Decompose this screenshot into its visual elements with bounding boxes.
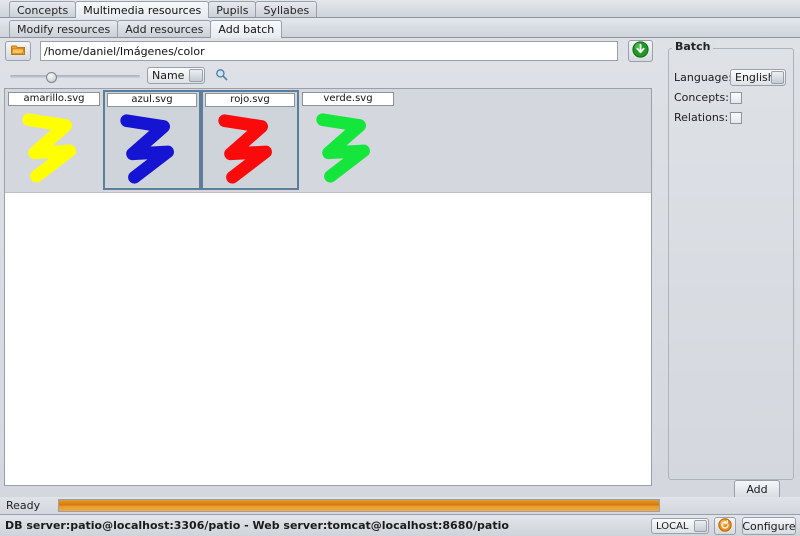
folder-icon (11, 44, 25, 59)
tab-syllabes[interactable]: Syllabes (255, 1, 318, 18)
go-button[interactable] (628, 40, 653, 62)
thumbnail-size-slider[interactable] (10, 69, 140, 83)
thumbnail-filename: azul.svg (107, 93, 197, 107)
language-row: Language: English (674, 69, 786, 86)
tab-label: Add batch (218, 23, 275, 36)
content-area: Name amarillo.svg (0, 38, 800, 499)
tab-multimedia-resources[interactable]: Multimedia resources (75, 1, 210, 18)
main-tab-bar: Concepts Multimedia resources Pupils Syl… (0, 0, 800, 18)
thumbnail-row: amarillo.svg azul.svg rojo.svg verde.svg (5, 89, 651, 193)
batch-panel: Batch Language: English Concepts: Relati… (662, 38, 800, 499)
chevron-down-icon[interactable] (694, 520, 707, 532)
status-bar: Ready (0, 497, 800, 514)
configure-button[interactable]: Configure (742, 517, 796, 535)
tab-modify-resources[interactable]: Modify resources (9, 20, 119, 38)
slider-track (10, 75, 140, 78)
tab-label: Syllabes (263, 3, 310, 17)
browse-folder-button[interactable] (5, 41, 31, 61)
thumbnail-filename: verde.svg (302, 92, 394, 106)
scope-value: LOCAL (656, 520, 689, 532)
scope-combobox[interactable]: LOCAL (651, 518, 709, 534)
add-button-label: Add (746, 483, 768, 496)
thumbnail-image (218, 114, 272, 184)
bottom-bar: DB server:patio@localhost:3306/patio - W… (0, 514, 800, 536)
thumbnail-filename: amarillo.svg (8, 92, 100, 106)
sub-tab-bar: Modify resources Add resources Add batch (0, 18, 800, 38)
tab-label: Multimedia resources (83, 3, 202, 17)
tab-add-batch[interactable]: Add batch (210, 20, 283, 38)
tab-add-resources[interactable]: Add resources (117, 20, 212, 38)
view-toolbar: Name (0, 65, 660, 87)
thumbnail-image (22, 113, 76, 183)
path-toolbar (0, 38, 660, 65)
sort-by-value: Name (152, 69, 185, 82)
file-browser-panel: Name amarillo.svg (0, 38, 660, 496)
server-info-text: DB server:patio@localhost:3306/patio - W… (5, 519, 509, 532)
concepts-checkbox[interactable] (730, 91, 742, 104)
relations-row: Relations: (674, 111, 742, 124)
language-label: Language: (674, 71, 732, 84)
magnifier-icon (215, 68, 228, 84)
tab-label: Add resources (125, 23, 204, 36)
thumbnail-filename: rojo.svg (205, 93, 295, 107)
search-button[interactable] (213, 68, 229, 83)
application-window: Concepts Multimedia resources Pupils Syl… (0, 0, 800, 536)
sort-by-combobox[interactable]: Name (147, 67, 205, 84)
language-combobox[interactable]: English (730, 69, 786, 86)
status-text: Ready (6, 499, 41, 512)
tab-label: Concepts (17, 3, 69, 17)
go-down-icon (632, 41, 649, 61)
refresh-icon (718, 517, 732, 535)
path-input[interactable] (40, 41, 618, 61)
thumbnail-browser[interactable]: amarillo.svg azul.svg rojo.svg verde.svg (4, 88, 652, 486)
concepts-label: Concepts: (674, 91, 729, 104)
tab-label: Modify resources (17, 23, 111, 36)
refresh-button[interactable] (714, 517, 736, 535)
slider-thumb[interactable] (46, 72, 57, 83)
configure-button-label: Configure (742, 519, 796, 533)
thumbnail-item-verde[interactable]: verde.svg (299, 90, 397, 190)
thumbnail-item-amarillo[interactable]: amarillo.svg (5, 90, 103, 190)
batch-title: Batch (672, 40, 714, 53)
concepts-row: Concepts: (674, 91, 742, 104)
chevron-down-icon[interactable] (771, 71, 784, 84)
thumbnail-image (316, 113, 370, 183)
thumbnail-item-azul[interactable]: azul.svg (103, 90, 201, 190)
relations-checkbox[interactable] (730, 111, 742, 124)
tab-concepts[interactable]: Concepts (9, 1, 77, 18)
progress-bar-fill (59, 500, 659, 511)
progress-bar (58, 499, 660, 512)
thumbnail-item-rojo[interactable]: rojo.svg (201, 90, 299, 190)
tab-pupils[interactable]: Pupils (208, 1, 257, 18)
language-value: English (735, 71, 775, 84)
tab-label: Pupils (216, 3, 249, 17)
relations-label: Relations: (674, 111, 729, 124)
chevron-down-icon[interactable] (189, 69, 203, 82)
thumbnail-image (120, 114, 174, 184)
